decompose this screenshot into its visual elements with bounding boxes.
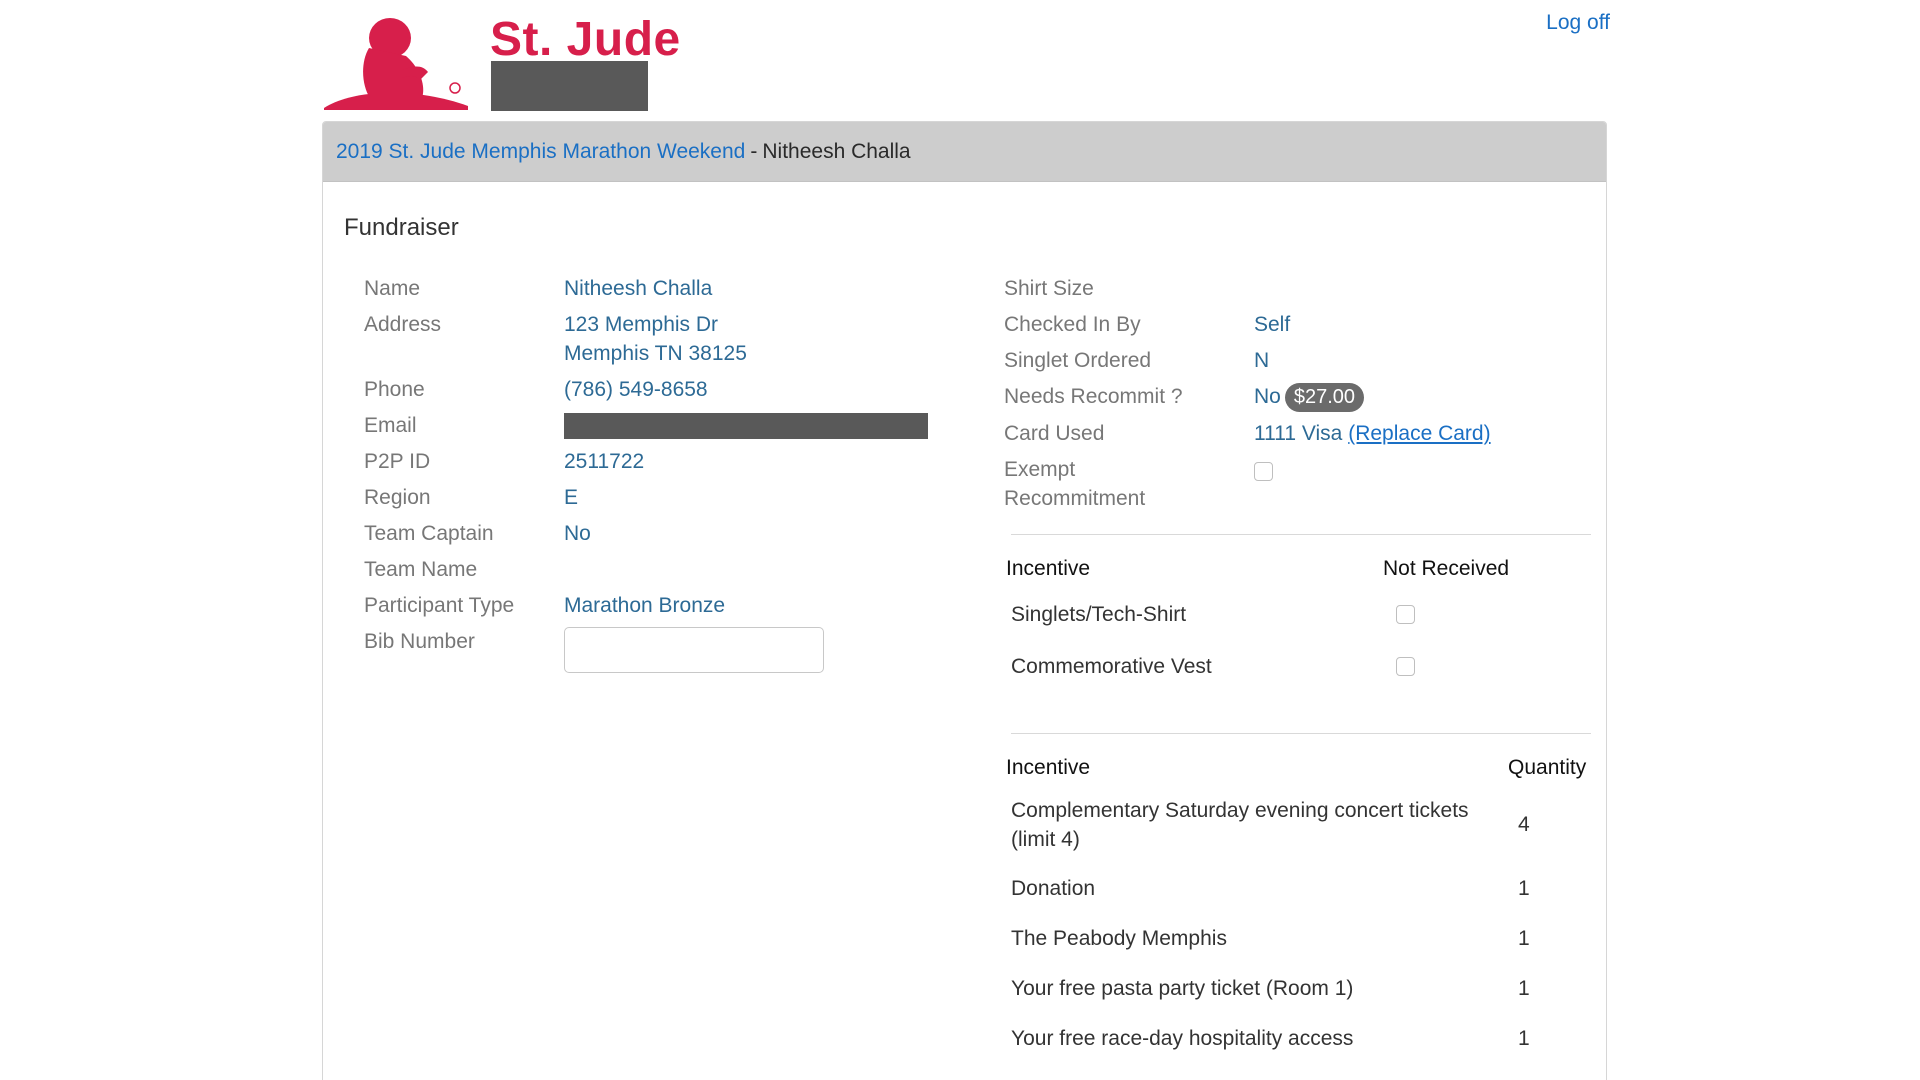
bib-number-input[interactable] [564,627,824,673]
detail-row-name: Name Nitheesh Challa [364,274,928,303]
email-redacted [564,413,928,439]
detail-row-team-captain: Team Captain No [364,519,928,548]
event-link[interactable]: 2019 St. Jude Memphis Marathon Weekend [336,140,745,164]
detail-row-email: Email [364,411,928,440]
not-received-checkbox[interactable] [1396,605,1415,624]
incentive-name: Complementary Saturday evening concert t… [1011,796,1469,854]
detail-row-needs-recommit: Needs Recommit ? No $27.00 [1004,382,1491,412]
incentive-name-line-2: (limit 4) [1011,828,1080,851]
detail-label: Team Captain [364,522,494,545]
fundraiser-panel: 2019 St. Jude Memphis Marathon Weekend -… [322,121,1607,1080]
incentive-quantity-table: Incentive Quantity Complementary Saturda… [997,756,1597,1076]
detail-value: No [564,522,591,545]
detail-value: 123 Memphis Dr Memphis TN 38125 [564,310,747,368]
detail-label: Name [364,277,421,300]
detail-row-exempt-recommitment: Exempt Recommitment [1004,455,1491,513]
detail-label: Team Name [364,558,478,581]
detail-row-region: Region E [364,483,928,512]
participant-name: Nitheesh Challa [762,139,911,163]
column-header-quantity: Quantity [1508,756,1587,779]
column-header-not-received: Not Received [1383,557,1510,580]
incentive-name: Singlets/Tech-Shirt [1011,603,1187,626]
st-jude-child-logo-icon [322,8,470,110]
column-header-incentive: Incentive [1006,756,1091,779]
detail-label: Needs Recommit ? [1004,385,1183,408]
detail-label: Shirt Size [1004,277,1094,300]
incentive-quantity: 4 [1518,813,1530,836]
incentive-name: Commemorative Vest [1011,655,1212,678]
detail-row-participant-type: Participant Type Marathon Bronze [364,591,928,620]
detail-value: Self [1254,313,1291,336]
detail-label: Address [364,313,442,336]
address-line-2: Memphis TN 38125 [564,342,747,365]
detail-label: Checked In By [1004,313,1141,336]
incentive-name: Your free race-day hospitality access [1011,1027,1354,1050]
detail-value: 1111 Visa (Replace Card) [1254,419,1491,448]
incentive-quantity: 1 [1518,927,1530,950]
detail-label: Region [364,486,431,509]
detail-label: P2P ID [364,450,431,473]
detail-value: No $27.00 [1254,382,1365,412]
incentive-quantity: 1 [1518,1027,1530,1050]
recommit-amount-badge: $27.00 [1284,383,1365,412]
detail-label: Singlet Ordered [1004,349,1152,372]
incentive-quantity: 1 [1518,977,1530,1000]
incentive-name: Donation [1011,877,1096,900]
detail-row-phone: Phone (786) 549-8658 [364,375,928,404]
exempt-label-line-1: Exempt [1004,458,1076,481]
detail-label: Phone [364,378,425,401]
detail-row-checked-in-by: Checked In By Self [1004,310,1491,339]
detail-label: Exempt Recommitment [1004,455,1254,513]
exempt-label-line-2: Recommitment [1004,487,1146,510]
section-divider [1011,534,1591,535]
detail-row-bib-number: Bib Number [364,627,928,673]
detail-label: Email [364,414,417,437]
detail-value: (786) 549-8658 [564,378,708,401]
card-value: 1111 Visa [1254,422,1343,445]
participant-details: Name Nitheesh Challa Address 123 Memphis… [364,274,928,680]
not-received-checkbox[interactable] [1396,657,1415,676]
column-header-incentive: Incentive [1006,557,1091,580]
detail-row-p2p: P2P ID 2511722 [364,447,928,476]
incentive-name-line-1: Complementary Saturday evening concert t… [1011,799,1469,822]
breadcrumb: 2019 St. Jude Memphis Marathon Weekend -… [323,122,1606,182]
detail-value: N [1254,349,1270,372]
detail-value: E [564,486,579,509]
detail-value: Marathon Bronze [564,594,726,617]
incentive-name: Your free pasta party ticket (Room 1) [1011,977,1354,1000]
detail-label: Participant Type [364,594,515,617]
detail-value: 2511722 [564,450,645,473]
detail-label: Card Used [1004,422,1105,445]
detail-row-team-name: Team Name [364,555,928,584]
detail-row-shirt-size: Shirt Size [1004,274,1491,303]
incentive-name: The Peabody Memphis [1011,927,1227,950]
logoff-link[interactable]: Log off [1546,10,1610,36]
address-line-1: 123 Memphis Dr [564,313,719,336]
registration-details: Shirt Size Checked In By Self Singlet Or… [1004,274,1491,520]
brand-tagline-redacted [491,61,648,111]
incentive-quantity: 1 [1518,877,1530,900]
brand-name: St. Jude [490,13,681,66]
exempt-recommitment-checkbox[interactable] [1254,462,1273,481]
breadcrumb-separator: - [750,139,758,163]
section-title: Fundraiser [344,214,459,241]
section-divider [1011,733,1591,734]
replace-card-link[interactable]: (Replace Card) [1348,422,1490,445]
detail-row-address: Address 123 Memphis Dr Memphis TN 38125 [364,310,928,368]
detail-label: Bib Number [364,630,475,653]
detail-row-card-used: Card Used 1111 Visa (Replace Card) [1004,419,1491,448]
detail-row-singlet-ordered: Singlet Ordered N [1004,346,1491,375]
recommit-value: No [1254,385,1281,408]
detail-value: Nitheesh Challa [564,277,713,300]
not-received-table: Incentive Not Received Singlets/Tech-Shi… [997,557,1597,687]
